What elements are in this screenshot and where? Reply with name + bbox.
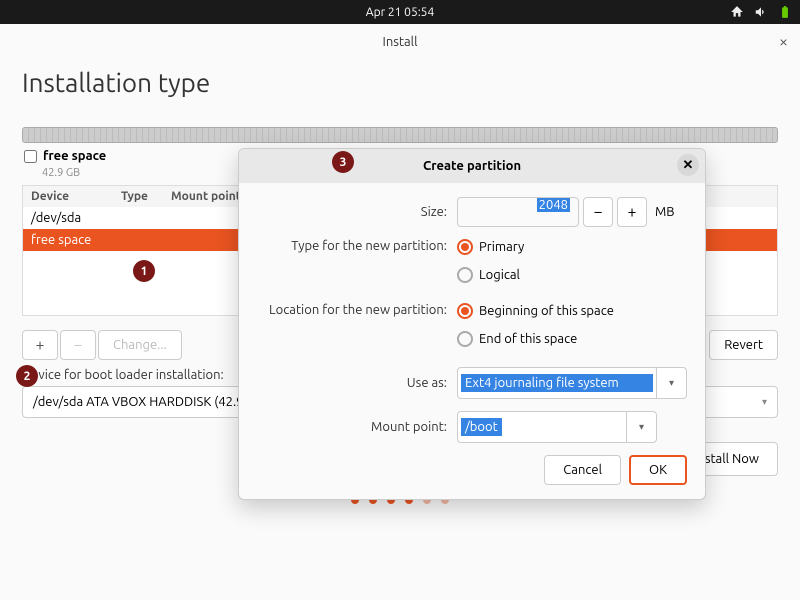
mount-point-select[interactable]: /boot ▾ xyxy=(457,411,657,443)
disk-usage-bar xyxy=(22,127,778,143)
page-title: Installation type xyxy=(22,68,778,97)
dialog-close-button[interactable]: ✕ xyxy=(677,154,699,176)
legend-checkbox[interactable] xyxy=(24,150,37,163)
useas-label: Use as: xyxy=(257,376,457,390)
type-label: Type for the new partition: xyxy=(257,239,457,253)
location-label: Location for the new partition: xyxy=(257,303,457,317)
annotation-2: 2 xyxy=(16,365,38,387)
radio-logical[interactable]: Logical xyxy=(457,267,520,283)
window-close-button[interactable]: × xyxy=(779,33,788,51)
remove-partition-button[interactable]: − xyxy=(60,330,96,360)
battery-icon[interactable] xyxy=(778,5,792,19)
window-titlebar: Install × xyxy=(0,24,800,60)
size-input[interactable]: 2048 xyxy=(457,197,579,227)
radio-icon xyxy=(457,303,473,319)
radio-beginning[interactable]: Beginning of this space xyxy=(457,303,614,319)
col-type: Type xyxy=(121,190,171,203)
chevron-down-icon: ▾ xyxy=(656,368,686,398)
dialog-titlebar: Create partition ✕ xyxy=(239,149,705,183)
ok-button[interactable]: OK xyxy=(629,455,687,485)
revert-button[interactable]: Revert xyxy=(709,330,778,360)
col-device: Device xyxy=(31,190,121,203)
create-partition-dialog: Create partition ✕ Size: 2048 − + MB Typ… xyxy=(238,148,706,500)
tray-icons xyxy=(730,5,792,19)
annotation-3: 3 xyxy=(332,151,354,173)
network-icon[interactable] xyxy=(730,5,744,19)
radio-icon xyxy=(457,239,473,255)
col-mount: Mount point xyxy=(171,190,241,203)
dialog-title: Create partition xyxy=(423,159,521,173)
useas-select[interactable]: Ext4 journaling file system ▾ xyxy=(457,367,687,399)
size-decrement-button[interactable]: − xyxy=(583,197,613,227)
volume-icon[interactable] xyxy=(754,5,768,19)
system-topbar: Apr 21 05:54 xyxy=(0,0,800,24)
cancel-button[interactable]: Cancel xyxy=(544,455,621,485)
size-increment-button[interactable]: + xyxy=(617,197,647,227)
chevron-down-icon: ▾ xyxy=(762,396,767,408)
window-title: Install xyxy=(383,35,418,49)
size-label: Size: xyxy=(257,205,457,219)
clock: Apr 21 05:54 xyxy=(366,6,434,19)
legend-label: free space xyxy=(43,149,106,163)
radio-icon xyxy=(457,331,473,347)
radio-primary[interactable]: Primary xyxy=(457,239,524,255)
change-partition-button[interactable]: Change... xyxy=(98,330,182,360)
annotation-1: 1 xyxy=(133,260,155,282)
mount-label: Mount point: xyxy=(257,420,457,434)
radio-icon xyxy=(457,267,473,283)
chevron-down-icon: ▾ xyxy=(626,412,656,442)
add-partition-button[interactable]: + xyxy=(22,330,58,360)
size-unit: MB xyxy=(655,205,675,219)
radio-end[interactable]: End of this space xyxy=(457,331,577,347)
